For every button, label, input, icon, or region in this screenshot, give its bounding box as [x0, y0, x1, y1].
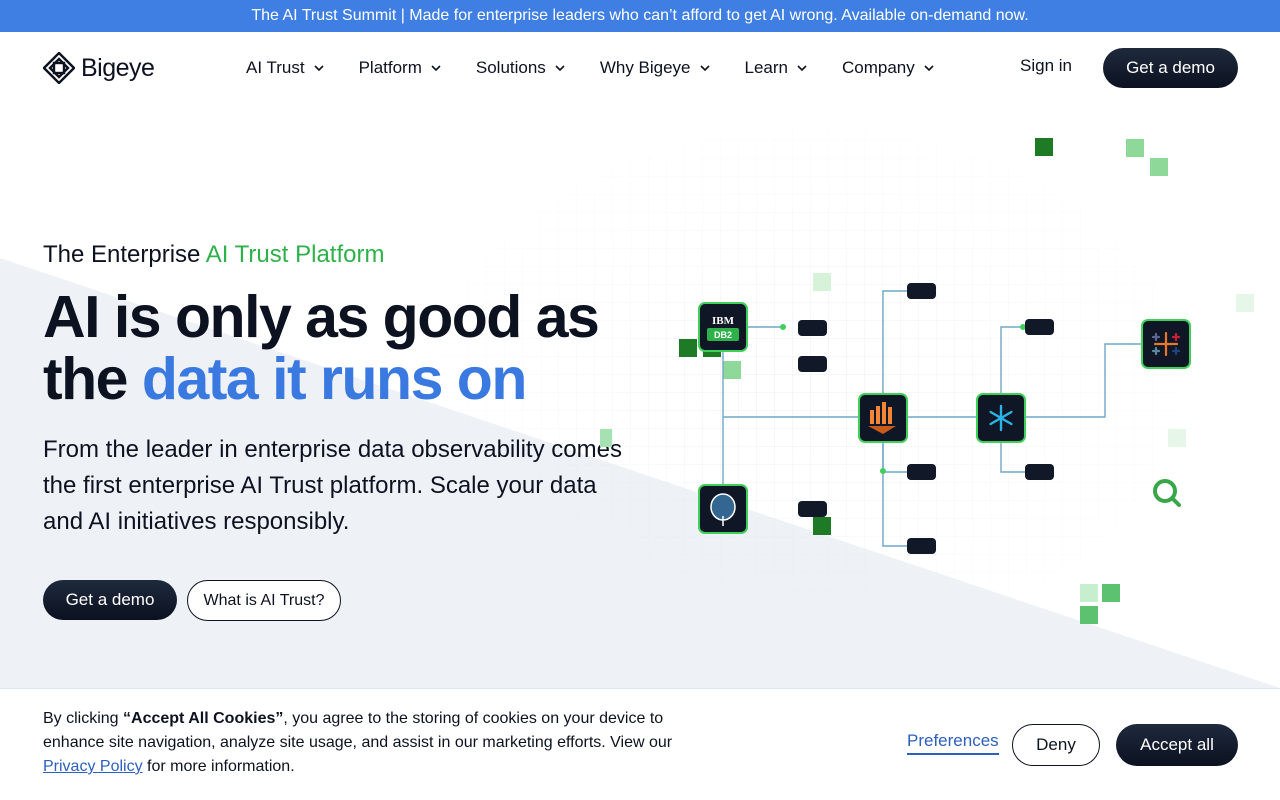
logo[interactable]: Bigeye	[43, 52, 155, 84]
chevron-down-icon	[699, 65, 710, 72]
cookie-accept-all-button[interactable]: Accept all	[1116, 724, 1238, 766]
tableau-icon	[1141, 319, 1191, 369]
hero-subtext: From the leader in enterprise data obser…	[43, 436, 622, 535]
headline-line2-accent: data it runs on	[141, 346, 527, 412]
nav-label: Learn	[744, 58, 788, 77]
banner-text[interactable]: The AI Trust Summit | Made for enterpris…	[251, 7, 1028, 25]
bigeye-logo-icon	[43, 52, 75, 84]
chevron-down-icon	[431, 65, 441, 72]
hero-get-demo-button[interactable]: Get a demo	[43, 580, 177, 620]
what-is-ai-trust-button[interactable]: What is AI Trust?	[187, 580, 341, 621]
cookie-deny-button[interactable]: Deny	[1012, 724, 1100, 766]
snowflake-icon	[976, 393, 1026, 443]
logo-wordmark: Bigeye	[81, 53, 155, 82]
ibm-db2-icon: IBM DB2	[698, 302, 748, 352]
qlik-icon	[1153, 479, 1181, 507]
header-get-demo-button[interactable]: Get a demo	[1103, 48, 1238, 88]
nav-item-learn[interactable]: Learn	[745, 58, 808, 78]
nav-item-ai-trust[interactable]: AI Trust	[246, 58, 325, 78]
cookie-text-prefix: By clicking	[43, 710, 124, 727]
ibm-label: IBM	[712, 315, 735, 327]
cookie-text-bold: “Accept All Cookies”	[123, 710, 284, 727]
nav-label: Platform	[358, 58, 422, 77]
cookie-preferences-link[interactable]: Preferences	[907, 731, 999, 755]
headline-line1: AI is only as good as	[43, 284, 600, 350]
eyebrow-accent: AI Trust Platform	[205, 241, 385, 268]
eyebrow-prefix: The Enterprise	[43, 241, 206, 268]
main-nav: AI Trust Platform Solutions Why Bigeye L…	[246, 56, 969, 80]
cookie-text-suffix: for more information.	[142, 758, 295, 775]
privacy-policy-link[interactable]: Privacy Policy	[43, 758, 143, 775]
aws-redshift-icon	[858, 393, 908, 443]
nav-item-solutions[interactable]: Solutions	[476, 58, 566, 78]
postgresql-icon	[698, 484, 748, 534]
headline-line2-prefix: the	[43, 346, 142, 412]
hero-eyebrow: The Enterprise AI Trust Platform	[43, 241, 384, 269]
nav-label: Company	[842, 58, 915, 77]
nav-label: Solutions	[475, 58, 546, 77]
nav-item-platform[interactable]: Platform	[359, 58, 442, 78]
site-header: Bigeye AI Trust Platform Solutions Why B…	[0, 32, 1280, 104]
hero-headline: AI is only as good as the data it runs o…	[43, 286, 683, 410]
db2-label: DB2	[714, 330, 732, 340]
sign-in-link[interactable]: Sign in	[1020, 56, 1072, 76]
cookie-consent-banner: By clicking “Accept All Cookies”, you ag…	[0, 688, 1280, 800]
nav-item-why-bigeye[interactable]: Why Bigeye	[600, 58, 711, 78]
announcement-banner[interactable]: The AI Trust Summit | Made for enterpris…	[0, 0, 1280, 32]
chevron-down-icon	[797, 65, 807, 72]
nav-label: Why Bigeye	[599, 58, 691, 77]
chevron-down-icon	[924, 65, 934, 72]
connector-lines	[722, 290, 1143, 547]
cookie-message: By clicking “Accept All Cookies”, you ag…	[43, 707, 713, 779]
chevron-down-icon	[314, 65, 324, 72]
data-lineage-diagram: IBM DB2	[600, 138, 1254, 624]
nav-item-company[interactable]: Company	[842, 58, 935, 78]
chevron-down-icon	[555, 65, 565, 72]
nav-label: AI Trust	[246, 58, 305, 77]
